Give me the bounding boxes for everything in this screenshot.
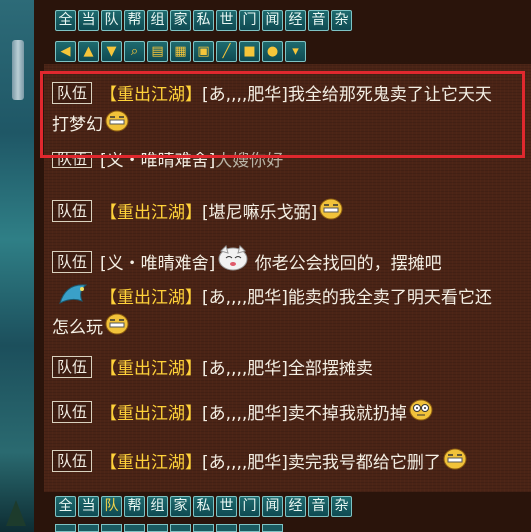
tab-experience[interactable]: 经 bbox=[285, 10, 306, 31]
channel-badge[interactable]: 队伍 bbox=[52, 200, 93, 222]
tab-group[interactable]: 组 bbox=[147, 496, 168, 517]
toolbar-bottom-partial bbox=[55, 524, 283, 532]
tab-all[interactable]: 全 bbox=[55, 10, 76, 31]
sender-name[interactable]: [あ,,,,肥华] bbox=[202, 288, 288, 308]
tab-private[interactable]: 私 bbox=[193, 10, 214, 31]
tab-news[interactable]: 闻 bbox=[262, 10, 283, 31]
tab-all[interactable]: 全 bbox=[55, 496, 76, 517]
message-text-cont: 怎么玩 bbox=[52, 318, 103, 338]
tab-current[interactable]: 当 bbox=[78, 496, 99, 517]
message-text: 卖完我号都给它删了 bbox=[287, 453, 441, 473]
guild-name[interactable]: 【重出江湖】 bbox=[100, 359, 202, 379]
toolbar-button[interactable] bbox=[262, 524, 283, 532]
toolbar-button[interactable] bbox=[239, 524, 260, 532]
tab-team[interactable]: 队 bbox=[101, 496, 122, 517]
tab-gang[interactable]: 帮 bbox=[124, 496, 145, 517]
chat-toolbar: ◀ ▲ ▼ ⌕ ▤ ▦ ▣ ╱ ■ ● ▾ bbox=[55, 41, 306, 62]
sender-name[interactable]: [あ,,,,肥华] bbox=[202, 453, 288, 473]
tab-misc[interactable]: 杂 bbox=[331, 10, 352, 31]
chat-message: 队伍 【重出江湖】[あ,,,,肥华]卖完我号都给它删了 bbox=[52, 448, 514, 478]
note-icon[interactable]: ▤ bbox=[147, 41, 168, 62]
scenery-strip bbox=[0, 0, 34, 532]
toolbar-button[interactable] bbox=[101, 524, 122, 532]
toolbar-button[interactable] bbox=[124, 524, 145, 532]
broom-icon[interactable]: ╱ bbox=[216, 41, 237, 62]
tab-experience[interactable]: 经 bbox=[285, 496, 306, 517]
scroll-knob[interactable] bbox=[12, 40, 24, 100]
guild-name[interactable]: 【重出江湖】 bbox=[100, 203, 202, 223]
tab-family[interactable]: 家 bbox=[170, 496, 191, 517]
toolbar-button[interactable] bbox=[78, 524, 99, 532]
tab-news[interactable]: 闻 bbox=[262, 496, 283, 517]
message-text: 卖不掉我就扔掉 bbox=[287, 404, 407, 424]
chat-message: 队伍 【重出江湖】[堪尼嘛乐戈弼] bbox=[52, 198, 514, 228]
tab-family[interactable]: 家 bbox=[170, 10, 191, 31]
channel-badge[interactable]: 队伍 bbox=[52, 356, 93, 378]
channel-badge[interactable]: 队伍 bbox=[52, 450, 93, 472]
grin-emote-icon bbox=[319, 198, 343, 220]
cat-emote-icon bbox=[218, 245, 248, 271]
chat-message: 队伍 【重出江湖】[あ,,,,肥华]全部摆摊卖 bbox=[52, 354, 514, 384]
tab-misc[interactable]: 杂 bbox=[331, 496, 352, 517]
tree-icon bbox=[6, 500, 26, 526]
guild-name[interactable]: 【重出江湖】 bbox=[100, 288, 202, 308]
tab-group[interactable]: 组 bbox=[147, 10, 168, 31]
message-text: 能卖的我全卖了明天看它还 bbox=[287, 288, 492, 308]
grin-emote-icon bbox=[105, 313, 129, 335]
guild-name[interactable]: 【重出江湖】 bbox=[100, 404, 202, 424]
chat-message: 队伍 【重出江湖】[あ,,,,肥华]卖不掉我就扔掉 bbox=[52, 399, 514, 429]
grid-icon[interactable]: ▦ bbox=[170, 41, 191, 62]
channel-tabs-bottom: 全 当 队 帮 组 家 私 世 门 闻 经 音 杂 bbox=[55, 496, 352, 517]
tab-sound[interactable]: 音 bbox=[308, 10, 329, 31]
message-text: 你老公会找回的，摆摊吧 bbox=[254, 254, 442, 274]
toolbar-button[interactable] bbox=[216, 524, 237, 532]
sender-name[interactable]: [あ,,,,肥华] bbox=[202, 359, 288, 379]
grin-emote-icon bbox=[443, 448, 467, 470]
message-text: 全部摆摊卖 bbox=[287, 359, 373, 379]
arrow-up-icon[interactable]: ▲ bbox=[78, 41, 99, 62]
toolbar-button[interactable] bbox=[55, 524, 76, 532]
guild-name[interactable]: 【重出江湖】 bbox=[100, 453, 202, 473]
toolbar-button[interactable] bbox=[170, 524, 191, 532]
sender-name[interactable]: [あ,,,,肥华] bbox=[202, 404, 288, 424]
tab-sect[interactable]: 门 bbox=[239, 10, 260, 31]
tab-sect[interactable]: 门 bbox=[239, 496, 260, 517]
bird-avatar-icon bbox=[59, 284, 88, 304]
arrow-down-icon[interactable]: ▼ bbox=[101, 41, 122, 62]
channel-tabs-top: 全 当 队 帮 组 家 私 世 门 闻 经 音 杂 bbox=[55, 10, 352, 31]
tab-team[interactable]: 队 bbox=[101, 10, 122, 31]
tab-sound[interactable]: 音 bbox=[308, 496, 329, 517]
tab-current[interactable]: 当 bbox=[78, 10, 99, 31]
arrow-left-icon[interactable]: ◀ bbox=[55, 41, 76, 62]
chat-message: 队伍 [义・唯晴难舍] 你老公会找回的，摆摊吧 bbox=[52, 245, 514, 279]
sender-name[interactable]: [堪尼嘛乐戈弼] bbox=[202, 203, 317, 223]
highlight-annotation bbox=[40, 71, 525, 158]
chat-message: 队伍【重出江湖】[あ,,,,肥华]能卖的我全卖了明天看它还怎么玩 bbox=[52, 283, 514, 343]
tab-world[interactable]: 世 bbox=[216, 496, 237, 517]
sender-name[interactable]: [义・唯晴难舍] bbox=[100, 254, 215, 274]
tab-private[interactable]: 私 bbox=[193, 496, 214, 517]
lock-icon[interactable]: ▣ bbox=[193, 41, 214, 62]
channel-badge[interactable]: 队伍 bbox=[52, 251, 93, 273]
folder-icon[interactable]: ■ bbox=[239, 41, 260, 62]
toolbar-button[interactable] bbox=[147, 524, 168, 532]
chevron-down-icon[interactable]: ▾ bbox=[285, 41, 306, 62]
tab-world[interactable]: 世 bbox=[216, 10, 237, 31]
dizzy-emote-icon bbox=[409, 399, 433, 421]
speech-bubble-icon[interactable]: ● bbox=[262, 41, 283, 62]
tab-gang[interactable]: 帮 bbox=[124, 10, 145, 31]
magnifier-icon[interactable]: ⌕ bbox=[124, 41, 145, 62]
toolbar-button[interactable] bbox=[193, 524, 214, 532]
channel-badge[interactable]: 队伍 bbox=[52, 401, 93, 423]
